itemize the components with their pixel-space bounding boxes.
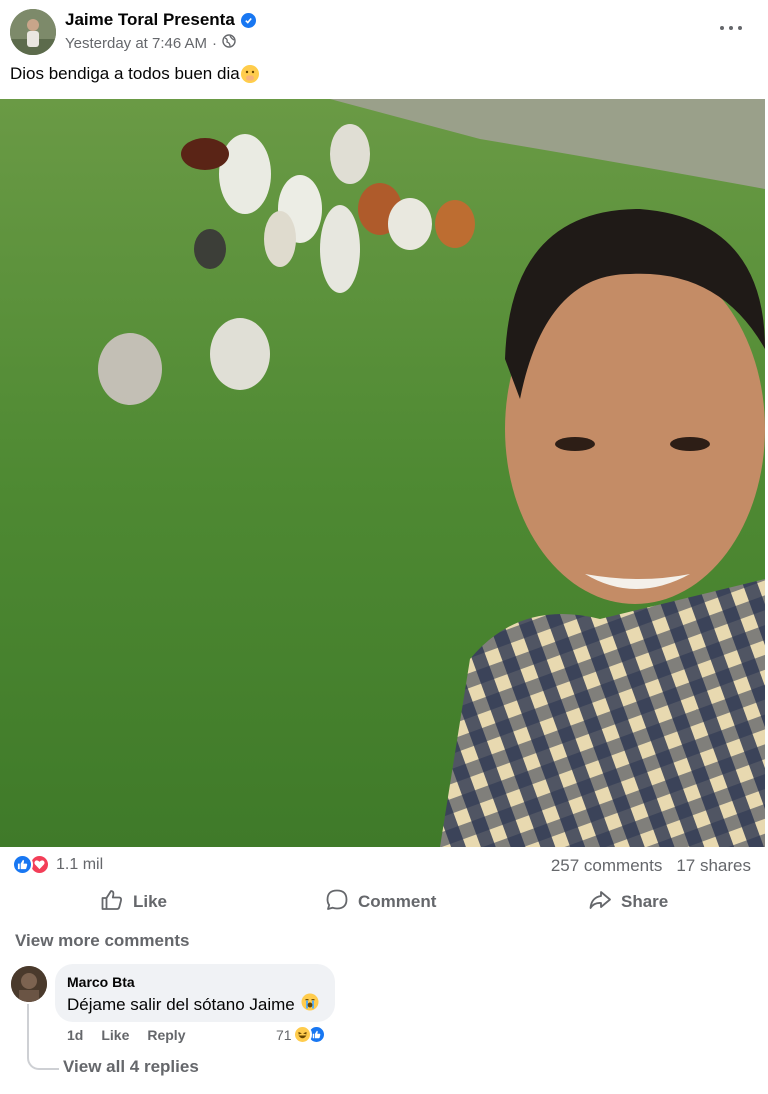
reply-thread-line [27,1004,59,1070]
view-more-comments-link[interactable]: View more comments [15,931,189,951]
view-all-replies-link[interactable]: View all 4 replies [63,1057,199,1077]
author-name[interactable]: Jaime Toral Presenta [65,10,256,30]
comment-reactions[interactable]: 71 [276,1025,326,1044]
post-meta: Yesterday at 7:46 AM · [65,34,236,52]
shares-count[interactable]: 17 shares [676,856,751,876]
comment-meta: 1d Like Reply [67,1027,185,1043]
comment-text: Déjame salir del sótano Jaime [67,994,295,1014]
post-action-bar: Like Comment Share [0,882,768,922]
author-avatar[interactable] [10,9,56,55]
dot-icon [738,26,742,30]
share-button[interactable]: Share [588,882,668,922]
globe-icon [222,34,236,52]
like-button-label: Like [133,892,168,911]
share-arrow-icon [588,888,612,917]
comment-bubble-icon [325,888,349,917]
commenter-name[interactable]: Marco Bta [67,974,135,990]
comments-count[interactable]: 257 comments [551,856,663,876]
more-options-button[interactable] [720,18,742,38]
face-with-hand-over-mouth-icon [240,65,259,83]
dot-icon [720,26,724,30]
post-caption: Dios bendiga a todos buen dia [10,64,259,84]
reaction-summary[interactable]: 1.1 mil [12,854,103,875]
crying-face-icon [301,993,319,1016]
comment-like-link[interactable]: Like [101,1027,129,1043]
haha-reaction-icon [292,1025,312,1044]
like-reaction-icon [12,854,33,875]
post-photo[interactable] [0,99,765,847]
comment-age[interactable]: 1d [67,1027,83,1043]
share-button-label: Share [621,892,669,911]
meta-separator: · [212,34,218,52]
engagement-counts: 257 comments 17 shares [551,856,751,876]
post-header: Jaime Toral Presenta Yesterday at 7:46 A… [0,0,768,62]
reaction-count[interactable]: 1.1 mil [56,856,103,874]
comment-reply-link[interactable]: Reply [147,1027,185,1043]
comment-button-label: Comment [358,892,437,911]
comment-text-row: Déjame salir del sótano Jaime [67,993,319,1016]
dot-icon [729,26,733,30]
comment-button[interactable]: Comment [325,882,436,922]
caption-text: Dios bendiga a todos buen dia [10,64,240,83]
verified-badge-icon [240,12,256,28]
thumbs-up-icon [100,888,124,917]
author-name-text[interactable]: Jaime Toral Presenta [65,10,235,30]
comment-reaction-count: 71 [276,1026,292,1043]
like-button[interactable]: Like [100,882,167,922]
comment-bubble: Marco Bta Déjame salir del sótano Jaime [55,964,335,1022]
commenter-avatar[interactable] [11,966,47,1002]
post-timestamp[interactable]: Yesterday at 7:46 AM [65,35,207,52]
